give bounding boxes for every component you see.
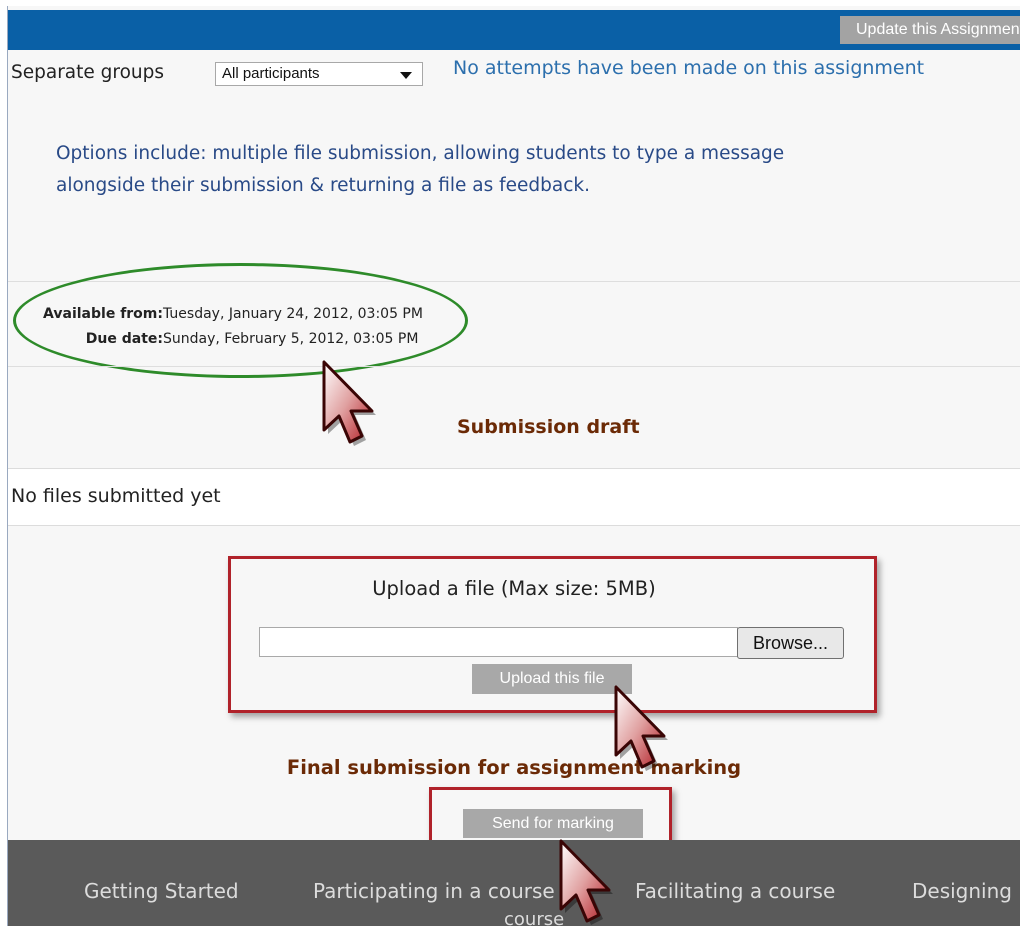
groups-label: Separate groups: [11, 62, 165, 83]
highlight-ellipse: [13, 263, 468, 378]
footer-nav: Getting Started Participating in a cours…: [8, 840, 1020, 926]
chevron-down-icon: [400, 72, 412, 79]
divider: [8, 366, 1020, 367]
options-note: Options include: multiple file submissio…: [56, 143, 785, 196]
no-attempts-link[interactable]: No attempts have been made on this assig…: [453, 57, 924, 79]
footer-link-facilitating[interactable]: Facilitating a course: [635, 879, 835, 903]
footer-link-participating[interactable]: Participating in a course: [313, 879, 555, 903]
final-submission-heading: Final submission for assignment marking: [286, 756, 742, 779]
pointer-cursor-icon: [322, 360, 376, 446]
files-panel: No files submitted yet: [8, 468, 1020, 526]
footer-link-getting-started[interactable]: Getting Started: [84, 879, 239, 903]
assignment-page: Update this Assignment Separate groups A…: [7, 6, 1020, 926]
no-files-text: No files submitted yet: [11, 485, 221, 507]
top-bar: Update this Assignment: [8, 10, 1020, 50]
highlight-box-upload: [228, 556, 877, 713]
pointer-cursor-icon: [614, 685, 668, 771]
update-assignment-button[interactable]: Update this Assignment: [840, 16, 1020, 44]
groups-select-value: All participants: [222, 65, 320, 82]
pointer-cursor-icon: [559, 839, 613, 925]
groups-select[interactable]: All participants: [215, 62, 423, 86]
footer-link-designing[interactable]: Designing: [912, 879, 1012, 903]
submission-draft-heading: Submission draft: [457, 416, 640, 438]
